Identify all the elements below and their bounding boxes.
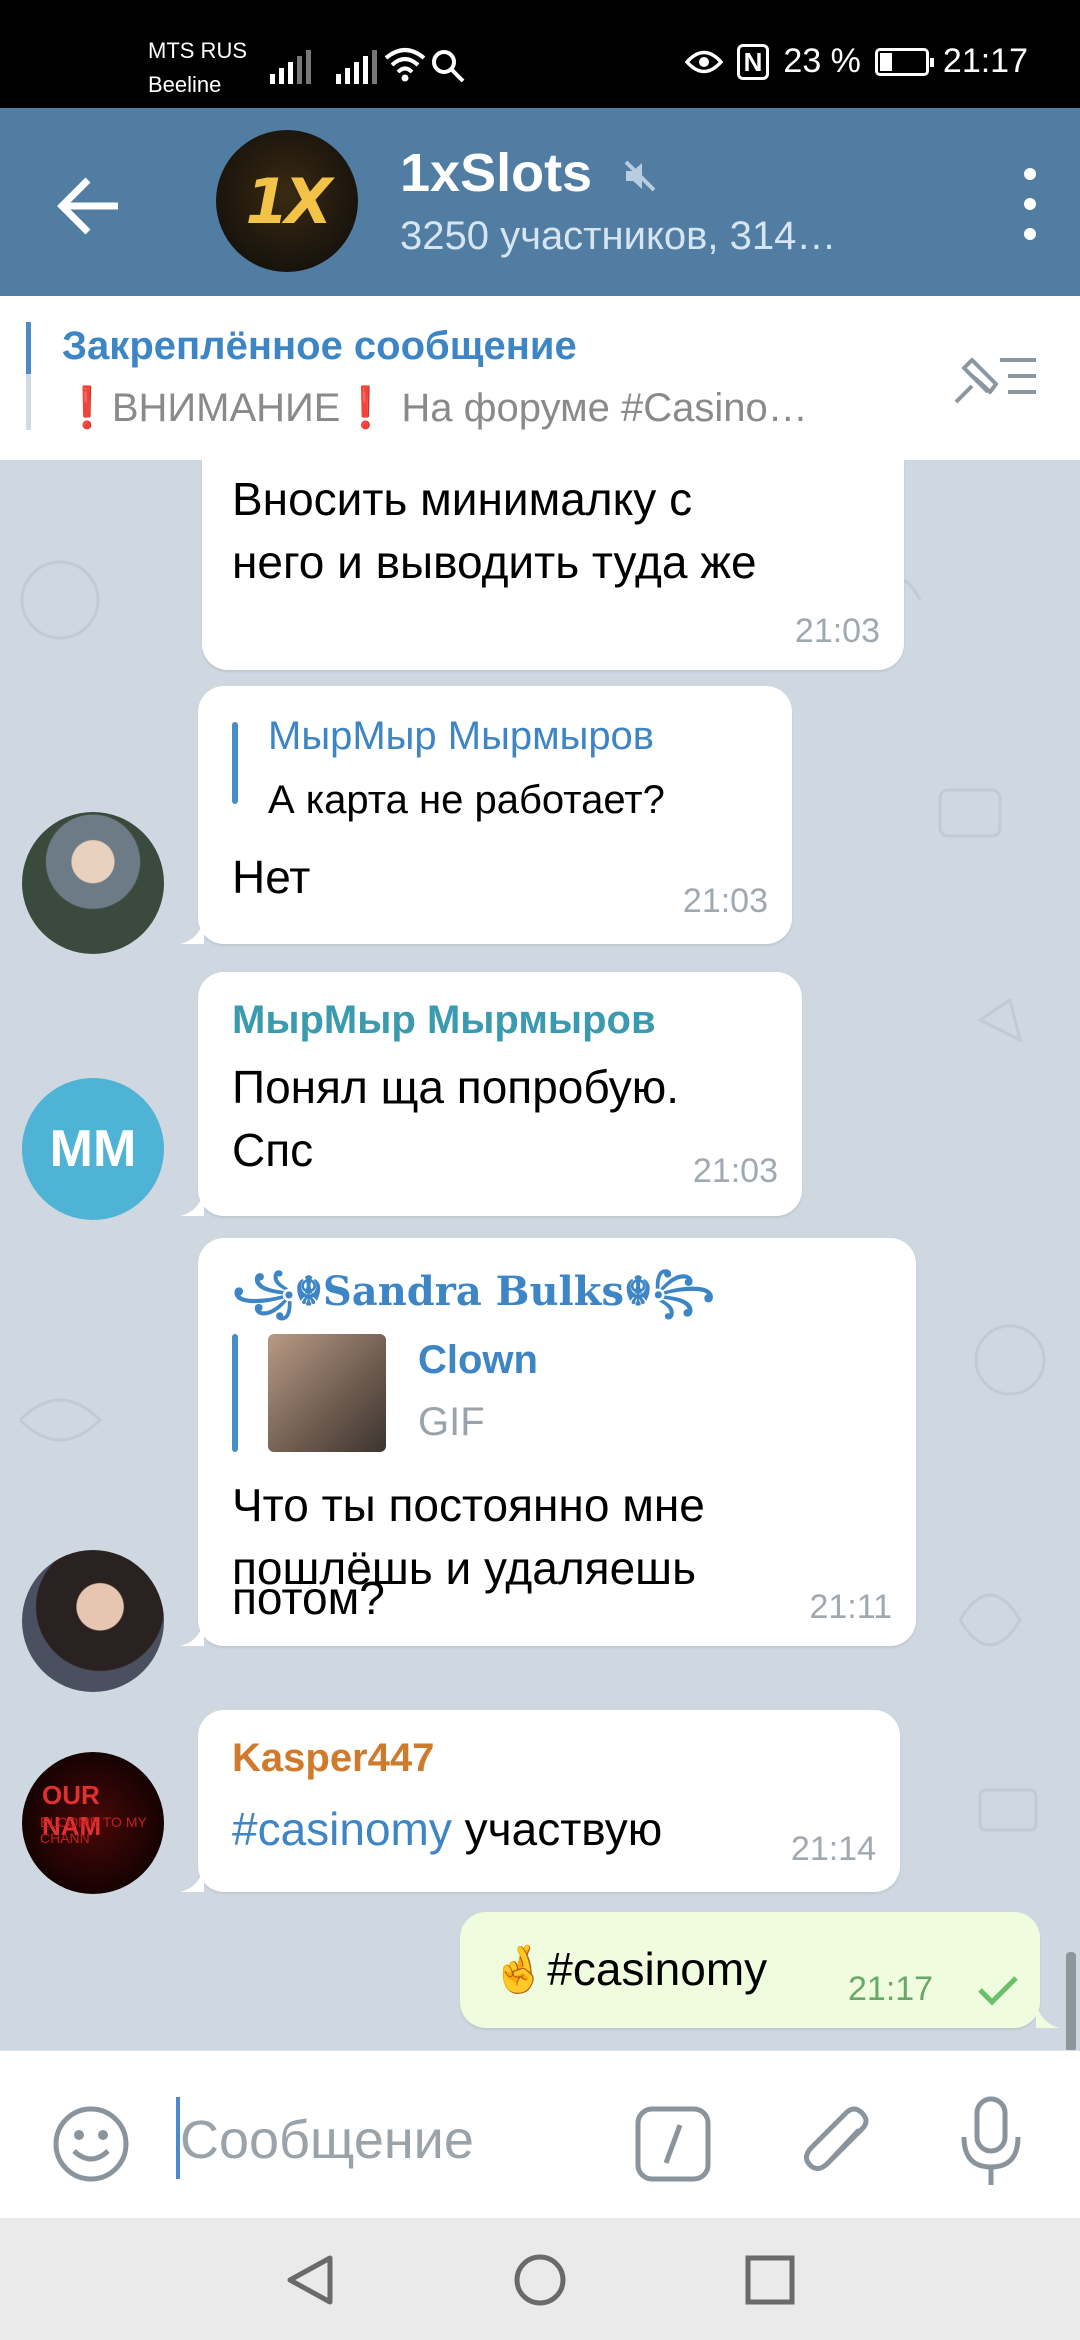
chat-subtitle: 3250 участников, 314… (400, 214, 837, 258)
carrier-info: MTS RUS Beeline (148, 34, 247, 102)
exclamation-icon: ❗ (62, 386, 112, 430)
message-text-rest: участвую (451, 1803, 663, 1855)
system-navigation-bar (0, 2218, 1080, 2340)
bot-commands-icon[interactable] (634, 2105, 712, 2183)
scrollbar[interactable] (1066, 1952, 1076, 2050)
attach-paperclip-icon[interactable] (800, 2103, 876, 2185)
bubble-tail (180, 1868, 204, 1892)
chat-avatar-text: 1X (245, 164, 333, 238)
message-time: 21:03 (794, 612, 880, 650)
battery-percent: 23 % (783, 42, 861, 80)
signal-icon-1 (270, 48, 311, 84)
bubble-tail (180, 920, 204, 944)
message-text: него и выводить туда же (232, 536, 757, 588)
nav-home-icon[interactable] (512, 2252, 568, 2308)
battery-icon (874, 47, 934, 76)
message-bubble[interactable]: Kasper447 #casinomy участвую 21:14 (198, 1710, 900, 1892)
arrow-left-icon (57, 177, 118, 235)
message-text: потом? (232, 1572, 385, 1624)
sender-name: МырМыр Мырмыров (232, 998, 656, 1042)
hashtag-link[interactable]: #casinomy (232, 1803, 452, 1855)
pinned-message-bar[interactable]: Закреплённое сообщение ❗ВНИМАНИЕ❗ На фор… (0, 296, 1080, 460)
chat-header: 1X 1xSlots 3250 участников, 314… (0, 108, 1080, 296)
nav-back-icon[interactable] (282, 2252, 338, 2308)
reply-author: Clown (418, 1338, 538, 1382)
wifi-icon (384, 48, 426, 82)
bubble-tail (180, 1192, 204, 1216)
message-time: 21:17 (848, 1970, 934, 2008)
signal-icon-2 (336, 48, 377, 84)
microphone-icon[interactable] (956, 2095, 1026, 2191)
message-bubble[interactable]: Вносить минималку с него и выводить туда… (202, 460, 904, 670)
emoji-icon[interactable] (52, 2105, 130, 2183)
message-time: 21:03 (682, 882, 768, 920)
status-bar: MTS RUS Beeline N 23 % 21:17 (0, 0, 1080, 108)
chat-avatar[interactable]: 1X (216, 130, 358, 272)
avatar[interactable] (22, 812, 164, 954)
nav-recents-icon[interactable] (742, 2252, 798, 2308)
reply-text: А карта не работает? (268, 778, 665, 822)
reply-quote-bar (232, 722, 238, 804)
message-text: 🤞#casinomy (490, 1938, 767, 2001)
message-text: Понял ща попробую. (232, 1061, 679, 1113)
pinned-text-rest: На форуме #Casino… (390, 386, 808, 430)
message-time: 21:11 (809, 1588, 892, 1626)
more-menu-button[interactable] (1010, 168, 1050, 240)
pinned-list-icon[interactable] (950, 348, 1040, 408)
message-input-bar: Сообщение (0, 2050, 1080, 2218)
message-time: 21:14 (790, 1830, 876, 1868)
message-text: Вносить минималку с (232, 473, 693, 525)
message-text: #casinomy участвую (232, 1798, 662, 1861)
reply-text: GIF (418, 1400, 485, 1444)
muted-speaker-icon (624, 160, 656, 192)
chat-area[interactable]: Вносить минималку с него и выводить туда… (0, 460, 1080, 2050)
clock: 21:17 (942, 42, 1028, 80)
message-input[interactable]: Сообщение (180, 2109, 474, 2171)
pinned-title: Закреплённое сообщение (62, 324, 577, 368)
pinned-indicator (26, 322, 31, 430)
message-bubble[interactable]: ꧁☬Sandra Bulks☬꧂ Clown GIF Что ты постоя… (198, 1238, 916, 1646)
pinned-text: ❗ВНИМАНИЕ❗ На форуме #Casino… (62, 384, 882, 431)
read-check-icon (978, 1976, 1018, 2006)
carrier-1: MTS RUS (148, 38, 247, 63)
pinned-text-prefix: ВНИМАНИЕ (111, 386, 341, 430)
carrier-2: Beeline (148, 72, 222, 97)
nfc-icon: N (736, 43, 770, 80)
sender-name: ꧁☬Sandra Bulks☬꧂ (232, 1268, 715, 1315)
bubble-tail (1036, 2004, 1060, 2028)
outgoing-message-bubble[interactable]: 🤞#casinomy 21:17 (460, 1912, 1040, 2028)
message-bubble[interactable]: МырМыр Мырмыров А карта не работает? Нет… (198, 686, 792, 944)
avatar[interactable] (22, 1550, 164, 1692)
message-time: 21:03 (692, 1152, 778, 1190)
reply-gif-thumbnail (268, 1334, 386, 1452)
message-bubble[interactable]: МырМыр Мырмыров Понял ща попробую. Спс 2… (198, 972, 802, 1216)
message-text: Спс (232, 1124, 314, 1176)
back-button[interactable] (40, 156, 140, 256)
chat-title[interactable]: 1xSlots (400, 142, 592, 204)
avatar[interactable]: OUR NAM ELCOME TO MY CHANN (22, 1752, 164, 1894)
message-text: Нет (232, 851, 311, 903)
search-icon (432, 50, 465, 83)
crossed-fingers-icon: 🤞 (490, 1943, 548, 1995)
exclamation-icon: ❗ (340, 386, 391, 430)
message-text: Что ты постоянно мне (232, 1479, 705, 1531)
hashtag-link[interactable]: #casinomy (547, 1943, 767, 1995)
status-right: N 23 % 21:17 (684, 42, 1028, 81)
sender-name: Kasper447 (232, 1736, 435, 1780)
reply-author: МырМыр Мырмыров (268, 714, 655, 758)
reply-quote-bar (232, 1334, 238, 1452)
bubble-tail (180, 1622, 204, 1646)
avatar-initials: ММ (49, 1120, 137, 1178)
eye-comfort-icon (684, 50, 723, 73)
avatar[interactable]: ММ (22, 1078, 164, 1220)
